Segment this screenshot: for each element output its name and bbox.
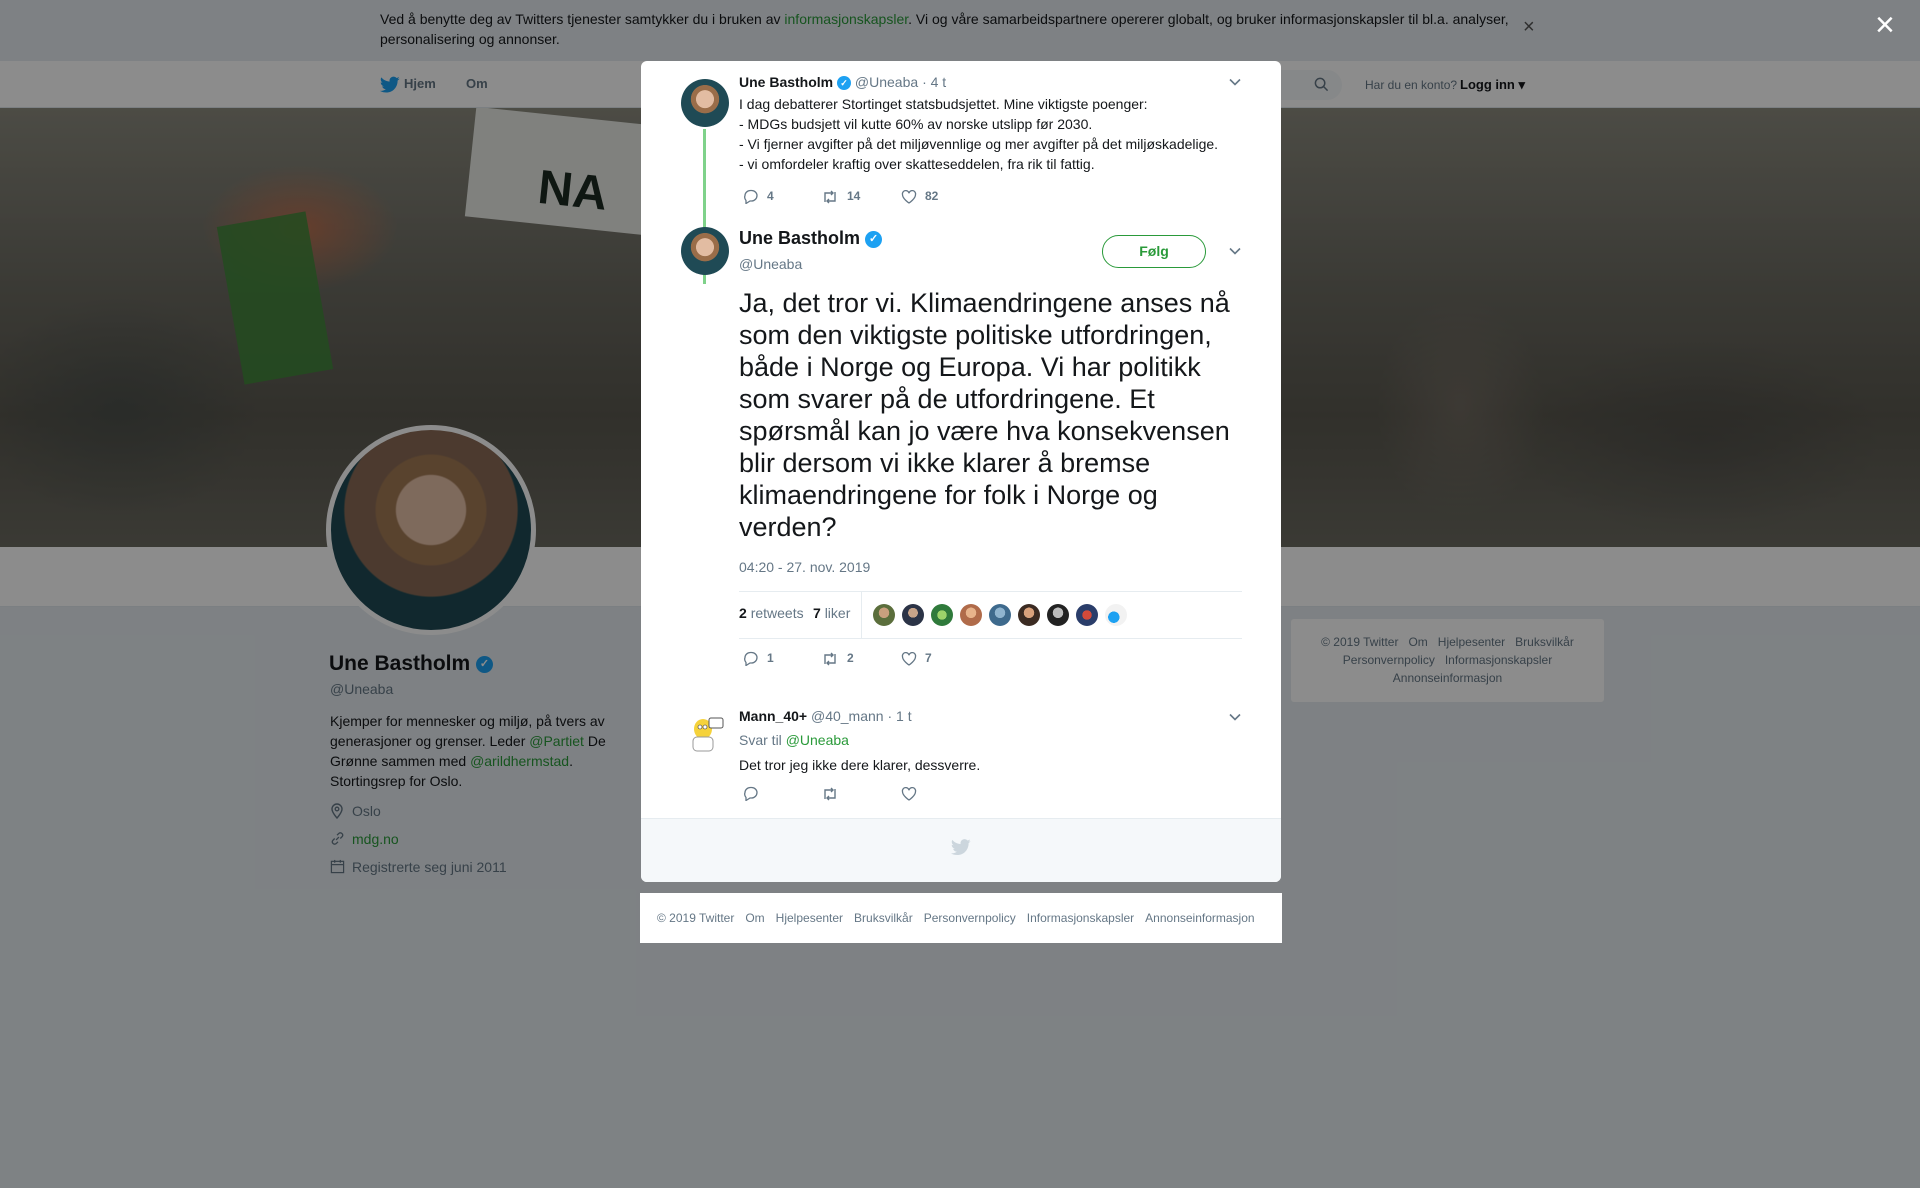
reply-icon [744, 190, 758, 206]
reply-like-button[interactable] [901, 786, 925, 801]
liker-avatar[interactable] [989, 604, 1011, 626]
follow-button[interactable]: Følg [1102, 235, 1206, 268]
parent-reply-button[interactable]: 4 [743, 189, 774, 206]
reply-icon [744, 787, 758, 803]
retweet-count[interactable]: 2 retweets [739, 605, 804, 621]
reply-to-link[interactable]: @Uneaba [786, 732, 849, 748]
stats-divider-top [739, 591, 1242, 592]
liker-avatar[interactable] [1018, 604, 1040, 626]
liker-avatar[interactable] [873, 604, 895, 626]
reply-tweet-text: Det tror jeg ikke dere klarer, dessverre… [739, 757, 981, 773]
liker-avatar[interactable] [902, 604, 924, 626]
reply-tweet-handle[interactable]: @40_mann [811, 708, 884, 724]
chevron-down-icon[interactable] [1228, 244, 1244, 260]
twitter-bird-icon [951, 839, 971, 861]
reply-to-label: Svar til @Uneaba [739, 732, 849, 748]
retweet-icon [824, 652, 836, 666]
chevron-down-icon[interactable] [1228, 710, 1244, 726]
liker-avatar[interactable] [1076, 604, 1098, 626]
main-tweet-handle[interactable]: @Uneaba [739, 256, 802, 272]
main-reply-button[interactable]: 1 [743, 651, 774, 668]
footer-link-privacy[interactable]: Personvernpolicy [924, 911, 1016, 925]
chevron-down-icon[interactable] [1228, 75, 1244, 91]
modal-page-footer: © 2019 Twitter Om Hjelpesenter Bruksvilkår P… [640, 893, 1282, 943]
liker-avatar[interactable] [960, 604, 982, 626]
reply-tweet-header: Mann_40+ @40_mann · 1 t [739, 708, 912, 724]
footer-link-terms[interactable]: Bruksvilkår [854, 911, 913, 925]
reply-retweet-button[interactable] [821, 786, 847, 801]
heart-icon [901, 651, 917, 666]
footer-link-ads[interactable]: Annonseinformasjon [1145, 911, 1254, 925]
main-retweet-button[interactable]: 2 [821, 651, 854, 666]
parent-tweet-time[interactable]: · 4 t [922, 74, 946, 90]
retweet-icon [824, 190, 836, 204]
verified-badge-icon: ✓ [865, 230, 883, 248]
verified-badge-icon: ✓ [837, 76, 852, 91]
heart-icon [901, 189, 917, 204]
retweet-icon [824, 787, 836, 801]
parent-tweet-handle[interactable]: @Uneaba [855, 74, 918, 90]
reply-icon [744, 652, 758, 668]
reply-tweet-name[interactable]: Mann_40+ [739, 708, 807, 724]
main-like-button[interactable]: 7 [901, 651, 932, 666]
parent-tweet-avatar[interactable] [681, 79, 729, 127]
parent-tweet-header: Une Bastholm ✓ @Uneaba · 4 t [739, 74, 946, 91]
liker-avatar[interactable] [1105, 604, 1127, 626]
parent-retweet-button[interactable]: 14 [821, 189, 860, 204]
close-icon[interactable]: × [1875, 8, 1895, 42]
reply-tweet-avatar[interactable] [681, 709, 729, 757]
heart-icon [901, 786, 917, 801]
main-tweet-author: Une Bastholm ✓ [739, 228, 883, 249]
like-count[interactable]: 7 liker [813, 605, 850, 621]
stats-divider-bottom [739, 638, 1242, 639]
footer-link-about[interactable]: Om [745, 911, 764, 925]
parent-like-button[interactable]: 82 [901, 189, 938, 204]
parent-tweet-text: I dag debatterer Stortinget statsbudsjet… [739, 96, 1219, 172]
liker-avatar[interactable] [1047, 604, 1069, 626]
footer-copyright: © 2019 Twitter [657, 911, 735, 925]
parent-tweet-name[interactable]: Une Bastholm [739, 74, 833, 90]
main-tweet-text: Ja, det tror vi. Klimaendringene anses n… [739, 288, 1230, 542]
stats-vertical-divider [861, 592, 862, 638]
reply-reply-button[interactable] [743, 786, 767, 803]
main-tweet-timestamp[interactable]: 04:20 - 27. nov. 2019 [739, 559, 870, 575]
modal-footer-bar [641, 818, 1281, 882]
footer-link-cookies[interactable]: Informasjonskapsler [1027, 911, 1134, 925]
footer-link-help[interactable]: Hjelpesenter [776, 911, 843, 925]
main-tweet-avatar[interactable] [681, 227, 729, 275]
liker-avatar[interactable] [931, 604, 953, 626]
reply-tweet-time[interactable]: · 1 t [887, 708, 911, 724]
tweet-modal: Une Bastholm ✓ @Uneaba · 4 t I dag debat… [641, 61, 1281, 882]
